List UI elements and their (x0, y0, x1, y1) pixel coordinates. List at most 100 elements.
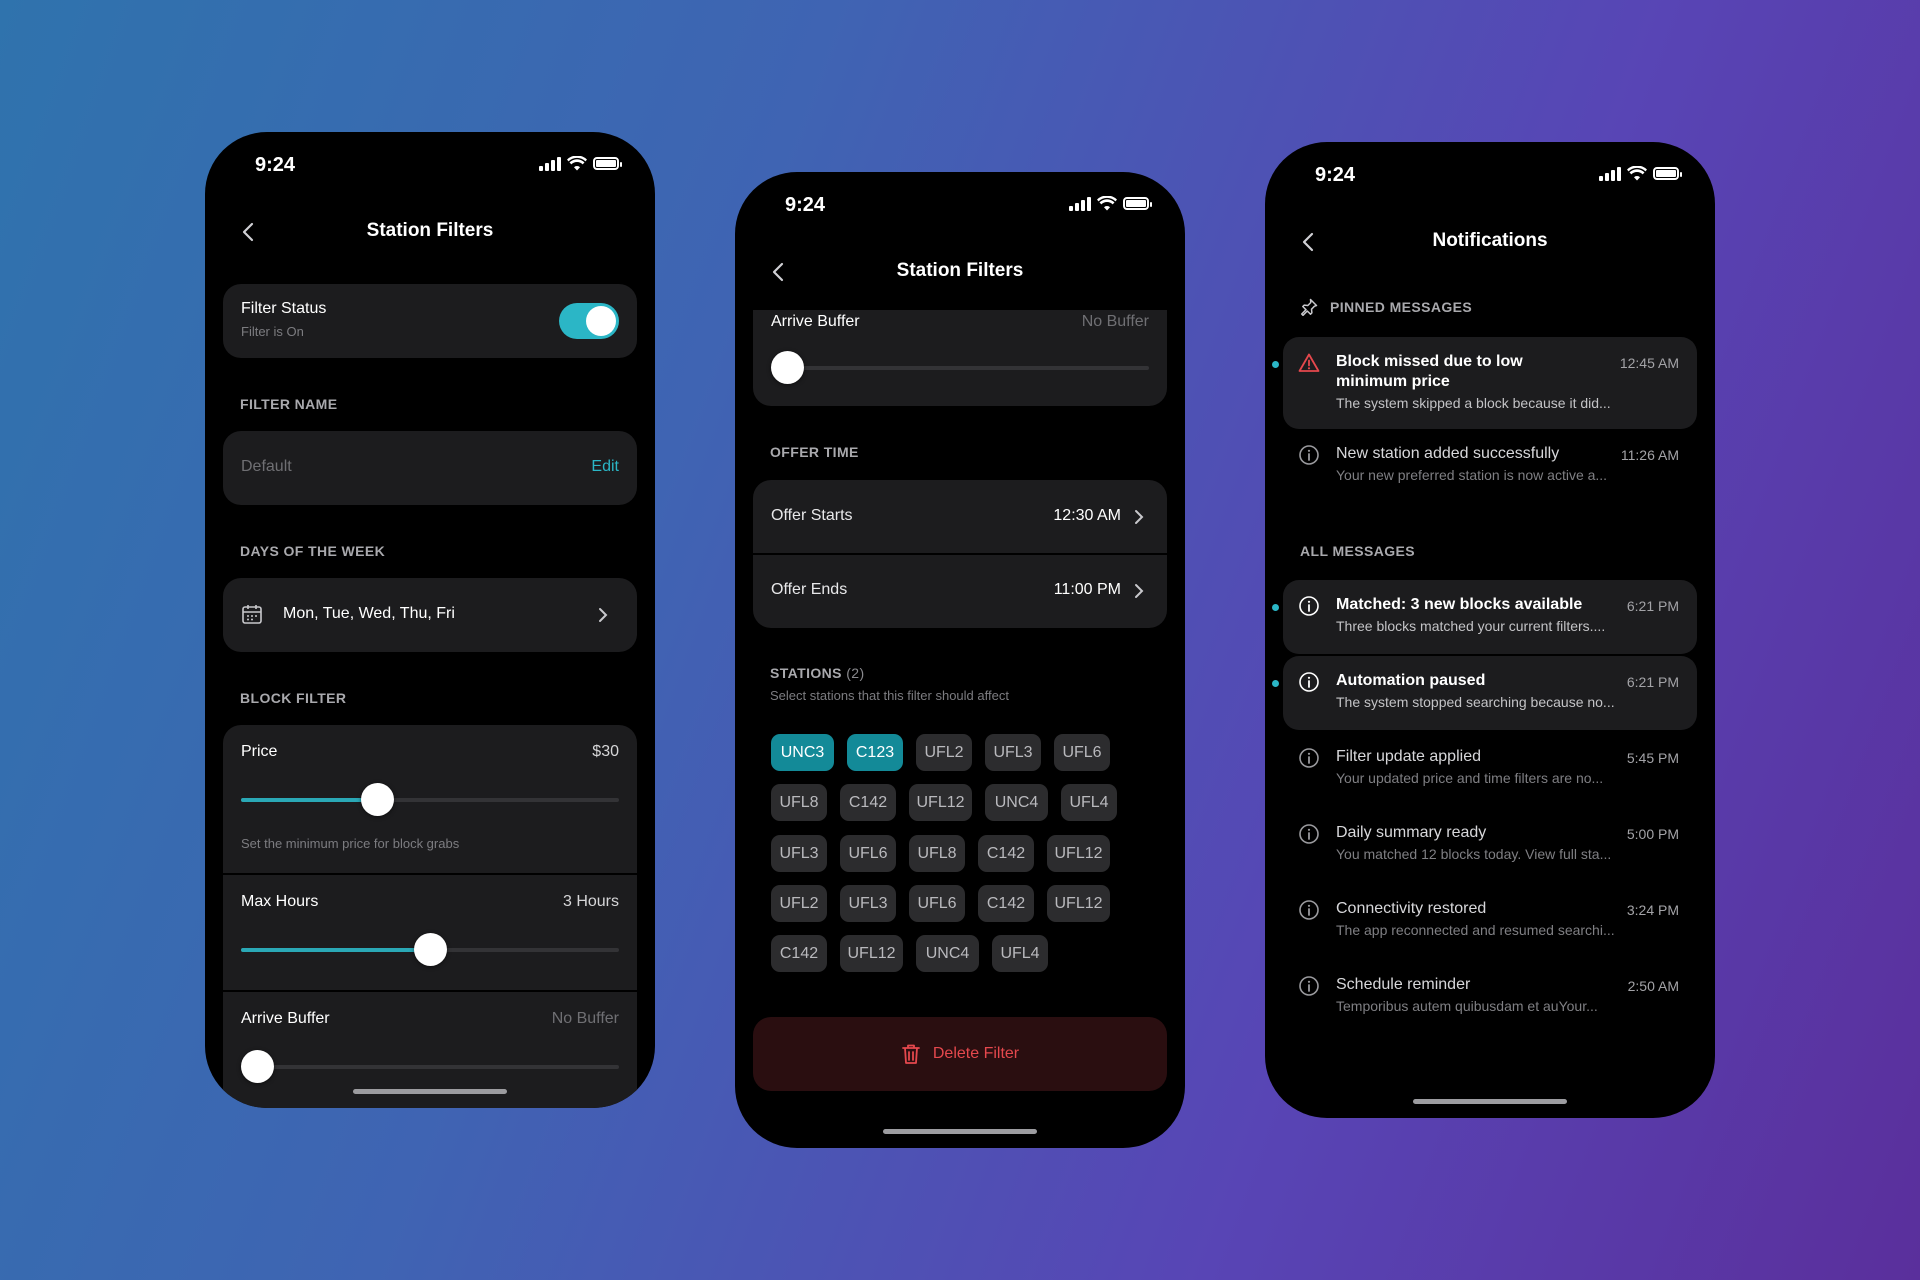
price-label: Price (241, 743, 278, 760)
station-chip[interactable]: UFL12 (1047, 835, 1110, 872)
station-chip[interactable]: UFL6 (1054, 734, 1110, 771)
nav-bar: Notifications (1265, 222, 1715, 262)
phone-station-filters-1: 9:24 Station Filters Filter Status Filte… (205, 132, 655, 1108)
station-chip[interactable]: UFL2 (916, 734, 972, 771)
days-value: Mon, Tue, Wed, Thu, Fri (283, 605, 455, 622)
section-block-filter: BLOCK FILTER (240, 690, 347, 706)
notification-item[interactable]: New station added successfully 11:26 AM Yo… (1283, 429, 1697, 503)
station-chip[interactable]: UNC4 (916, 935, 979, 972)
station-chip[interactable]: UNC3 (771, 734, 834, 771)
notification-item[interactable]: Automation paused 6:21 PM The system stopp… (1272, 656, 1697, 730)
arrive-buffer-value: No Buffer (1081, 313, 1149, 330)
notification-item[interactable]: Matched: 3 new blocks available 6:21 PM Th… (1272, 580, 1697, 654)
notification-time: 12:45 AM (1619, 355, 1679, 371)
wifi-icon (567, 156, 587, 171)
notification-item[interactable]: Schedule reminder 2:50 AM Temporibus autem… (1283, 960, 1697, 1034)
notification-title: Daily summary ready (1336, 824, 1487, 841)
station-chip[interactable]: C142 (771, 935, 827, 972)
offer-ends-row[interactable]: Offer Ends 11:00 PM (753, 555, 1167, 628)
notification-item[interactable]: Block missed due to low minimum price 12:… (1272, 337, 1697, 429)
price-slider-thumb[interactable] (361, 783, 395, 816)
wifi-icon (1627, 166, 1647, 181)
notification-title: Connectivity restored (1336, 900, 1487, 917)
filter-status-toggle[interactable] (559, 303, 619, 339)
home-indicator (353, 1089, 507, 1094)
info-icon (1299, 976, 1319, 996)
pin-icon (1300, 298, 1318, 316)
station-chip[interactable]: UFL3 (771, 835, 827, 872)
info-icon (1299, 748, 1319, 768)
notification-body: The app reconnected and resumed searchi.… (1336, 922, 1615, 938)
info-icon (1299, 596, 1319, 616)
home-indicator (1413, 1099, 1567, 1104)
edit-filter-name-button[interactable]: Edit (591, 458, 619, 476)
info-icon (1299, 824, 1319, 844)
max-hours-slider[interactable] (241, 933, 619, 966)
arrive-buffer-slider-thumb[interactable] (771, 351, 804, 384)
station-chip[interactable]: UFL4 (992, 935, 1048, 972)
stations-count: (2) (846, 665, 865, 681)
notification-time: 2:50 AM (1627, 978, 1679, 994)
all-messages-section-label: ALL MESSAGES (1300, 543, 1416, 559)
station-chip[interactable]: UFL12 (909, 784, 972, 821)
arrive-buffer-slider-thumb[interactable] (241, 1050, 274, 1083)
signal-icon (539, 156, 561, 171)
arrive-buffer-slider[interactable] (241, 1050, 619, 1083)
filter-status-label: Filter Status (241, 300, 327, 317)
pinned-header: PINNED MESSAGES (1300, 298, 1472, 316)
station-chip[interactable]: C142 (978, 885, 1034, 922)
battery-icon (593, 157, 622, 170)
filter-name-card: Default Edit (223, 431, 637, 505)
price-slider[interactable] (241, 783, 619, 816)
notification-time: 6:21 PM (1626, 598, 1679, 614)
status-time: 9:24 (1315, 164, 1356, 186)
pinned-section-label: PINNED MESSAGES (1330, 299, 1473, 315)
offer-starts-row[interactable]: Offer Starts 12:30 AM (753, 480, 1167, 553)
signal-icon (1599, 166, 1621, 181)
unread-dot (1272, 361, 1279, 368)
days-card[interactable]: Mon, Tue, Wed, Thu, Fri (223, 578, 637, 652)
station-chip[interactable]: UFL2 (771, 885, 827, 922)
offer-ends-label: Offer Ends (771, 581, 848, 598)
station-chip[interactable]: UFL3 (840, 885, 896, 922)
offer-starts-label: Offer Starts (771, 507, 853, 524)
offer-starts-value: 12:30 AM (1053, 507, 1121, 524)
filter-status-card: Filter Status Filter is On (223, 284, 637, 358)
info-icon (1299, 672, 1319, 692)
divider (223, 873, 637, 875)
station-chip[interactable]: C142 (978, 835, 1034, 872)
chevron-right-icon (1135, 510, 1144, 524)
station-chip[interactable]: UFL4 (1061, 784, 1117, 821)
arrive-buffer-value: No Buffer (551, 1010, 619, 1027)
station-chip[interactable]: UFL8 (909, 835, 965, 872)
status-bar: 9:24 (205, 132, 655, 192)
station-chip[interactable]: C123 (847, 734, 903, 771)
unread-dot (1272, 680, 1279, 687)
status-bar: 9:24 (1265, 142, 1715, 202)
station-chip[interactable]: UFL6 (840, 835, 896, 872)
notification-body: Your new preferred station is now active… (1336, 467, 1608, 483)
station-chip[interactable]: C142 (840, 784, 896, 821)
station-chip[interactable]: UNC4 (985, 784, 1048, 821)
station-chip[interactable]: UFL6 (909, 885, 965, 922)
station-chip[interactable]: UFL12 (1047, 885, 1110, 922)
notification-item[interactable]: Daily summary ready 5:00 PM You matched 12… (1283, 808, 1697, 882)
arrive-buffer-slider[interactable] (771, 351, 1149, 384)
status-bar: 9:24 (735, 172, 1185, 232)
station-chip[interactable]: UFL3 (985, 734, 1041, 771)
station-chip[interactable]: UFL12 (840, 935, 903, 972)
max-hours-slider-thumb[interactable] (414, 933, 447, 966)
divider (223, 990, 637, 992)
delete-filter-button[interactable]: Delete Filter (753, 1017, 1167, 1091)
notification-body: The system stopped searching because no.… (1336, 694, 1615, 710)
unread-dot (1272, 604, 1279, 611)
warning-icon (1298, 353, 1320, 372)
notification-item[interactable]: Filter update applied 5:45 PM Your updated… (1283, 732, 1697, 806)
page-title: Station Filters (896, 260, 1024, 281)
price-value: $30 (592, 743, 619, 760)
delete-filter-label: Delete Filter (932, 1045, 1020, 1062)
station-chip[interactable]: UFL8 (771, 784, 827, 821)
arrive-buffer-card: Arrive Buffer No Buffer (753, 310, 1167, 406)
block-filter-card: Price $30 Set the minimum price for bloc… (223, 725, 637, 1108)
notification-item[interactable]: Connectivity restored 3:24 PM The app reco… (1283, 884, 1697, 958)
